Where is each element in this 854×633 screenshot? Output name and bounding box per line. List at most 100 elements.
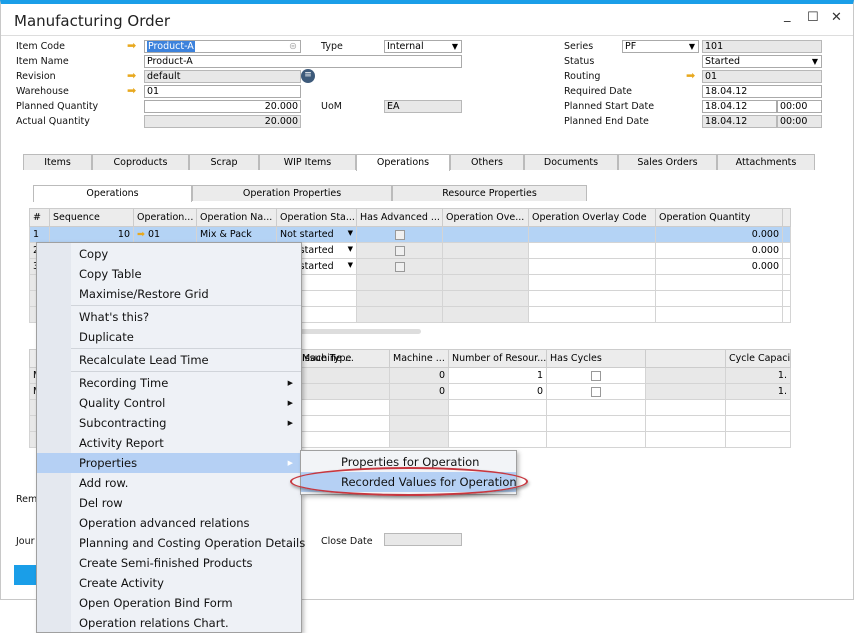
operation-status-cell[interactable]: Not started ▼: [276, 226, 357, 243]
menu-item-create-semi-finished-products[interactable]: Create Semi-finished Products: [37, 553, 301, 573]
machine-cell[interactable]: [298, 383, 390, 400]
checkbox[interactable]: [591, 370, 601, 381]
subtab-operation-properties[interactable]: Operation Properties: [192, 185, 392, 201]
tab-others[interactable]: Others: [450, 154, 524, 170]
col-header[interactable]: Operation Quantity: [655, 208, 783, 227]
col-header[interactable]: Operation Sta...: [276, 208, 357, 227]
num-resources-cell[interactable]: 0: [448, 383, 547, 400]
menu-item-what-s-this[interactable]: What's this?: [37, 307, 301, 327]
quantity-cell[interactable]: 0.000: [655, 258, 783, 275]
menu-item-properties[interactable]: Properties ▶: [37, 453, 301, 473]
col-header[interactable]: Machine ...: [298, 349, 390, 368]
tab-items[interactable]: Items: [23, 154, 92, 170]
warehouse-field[interactable]: 01: [144, 85, 301, 98]
tab-scrap[interactable]: Scrap: [189, 154, 259, 170]
has-advanced-cell[interactable]: [356, 242, 443, 259]
tab-attachments[interactable]: Attachments: [717, 154, 815, 170]
tab-coproducts[interactable]: Coproducts: [92, 154, 189, 170]
item-code-field[interactable]: Product-A ⊜: [144, 40, 301, 53]
link-arrow-icon[interactable]: ➡: [127, 70, 136, 81]
link-arrow-icon[interactable]: ➡: [127, 85, 136, 96]
menu-item-subcontracting[interactable]: Subcontracting ▶: [37, 413, 301, 433]
subtab-operations[interactable]: Operations: [33, 185, 192, 202]
machine-cell[interactable]: 0: [389, 367, 449, 384]
link-arrow-icon[interactable]: ➡: [127, 40, 136, 51]
overlay-code-cell[interactable]: [528, 226, 656, 243]
has-advanced-cell[interactable]: [356, 258, 443, 275]
col-header[interactable]: Cycle Capacity: [725, 349, 791, 368]
menu-item-add-row[interactable]: Add row.: [37, 473, 301, 493]
menu-item-planning-and-costing-operation-details[interactable]: Planning and Costing Operation Details: [37, 533, 305, 553]
menu-item-operation-advanced-relations[interactable]: Operation advanced relations: [37, 513, 301, 533]
machine-cell[interactable]: [298, 367, 390, 384]
cycle-capacity-cell[interactable]: 1.: [725, 383, 791, 400]
minimize-button[interactable]: _: [784, 8, 791, 23]
quantity-cell[interactable]: 0.000: [655, 226, 783, 243]
col-header[interactable]: Has Advanced ...: [356, 208, 443, 227]
link-arrow-icon[interactable]: ➡: [137, 229, 145, 240]
horizontal-scrollbar[interactable]: [291, 329, 421, 334]
tab-sales-orders[interactable]: Sales Orders: [618, 154, 717, 170]
menu-item-duplicate[interactable]: Duplicate: [37, 327, 301, 347]
list-icon[interactable]: ⊜: [289, 41, 297, 52]
maximize-button[interactable]: ☐: [807, 10, 819, 25]
col-header[interactable]: Number of Resour...: [448, 349, 547, 368]
overlay-code-cell[interactable]: [528, 242, 656, 259]
planned-start-time-field[interactable]: 00:00: [777, 100, 822, 113]
link-arrow-icon[interactable]: ➡: [686, 70, 695, 81]
col-header[interactable]: Operation Overlay Code: [528, 208, 656, 227]
status-dropdown[interactable]: Started ▼: [702, 55, 822, 68]
col-header[interactable]: Operation Ove...: [442, 208, 529, 227]
checkbox[interactable]: [394, 229, 405, 240]
type-dropdown[interactable]: Internal ▼: [384, 40, 462, 53]
menu-item-recalculate-lead-time[interactable]: Recalculate Lead Time: [37, 350, 301, 370]
col-header[interactable]: Operation Na...: [196, 208, 277, 227]
operation-overlay-cell[interactable]: [442, 226, 529, 243]
menu-item-copy[interactable]: Copy: [37, 244, 301, 264]
col-header[interactable]: Operation...: [133, 208, 197, 227]
table-row[interactable]: 1 10 ➡ 01 Mix & Pack Not started ▼ 0.000: [29, 226, 791, 243]
overlay-code-cell[interactable]: [528, 258, 656, 275]
item-name-field[interactable]: Product-A: [144, 55, 462, 68]
has-cycles-cell[interactable]: [546, 367, 646, 384]
menu-item-activity-report[interactable]: Activity Report: [37, 433, 301, 453]
required-date-field[interactable]: 18.04.12: [702, 85, 822, 98]
menu-item-copy-table[interactable]: Copy Table: [37, 264, 301, 284]
planned-start-date-field[interactable]: 18.04.12: [702, 100, 777, 113]
series-dropdown[interactable]: PF ▼: [622, 40, 699, 53]
checkbox[interactable]: [394, 261, 405, 272]
checkbox[interactable]: [591, 386, 601, 397]
quantity-cell[interactable]: 0.000: [655, 242, 783, 259]
machine-cell[interactable]: 0: [389, 383, 449, 400]
menu-item-del-row[interactable]: Del row: [37, 493, 301, 513]
num-resources-cell[interactable]: 1: [448, 367, 547, 384]
menu-item-open-operation-bind-form[interactable]: Open Operation Bind Form: [37, 593, 301, 613]
has-advanced-cell[interactable]: [356, 226, 443, 243]
has-cycles-cell[interactable]: [546, 383, 646, 400]
tab-operations[interactable]: Operations: [356, 154, 450, 171]
planned-quantity-field[interactable]: 20.000: [144, 100, 301, 113]
subtab-resource-properties[interactable]: Resource Properties: [392, 185, 587, 201]
menu-item-recording-time[interactable]: Recording Time ▶: [37, 373, 301, 393]
col-header[interactable]: Has Cycles: [546, 349, 646, 368]
revision-field[interactable]: default: [144, 70, 301, 83]
choose-list-icon[interactable]: ≡: [301, 69, 315, 83]
menu-item-maximise-restore-grid[interactable]: Maximise/Restore Grid: [37, 284, 301, 304]
operation-cell[interactable]: ➡ 01: [133, 226, 197, 243]
operation-overlay-cell[interactable]: [442, 258, 529, 275]
col-header[interactable]: Machine ...: [389, 349, 449, 368]
row-number[interactable]: 1: [29, 226, 50, 243]
tab-wip-items[interactable]: WIP Items: [259, 154, 356, 170]
menu-item-create-activity[interactable]: Create Activity: [37, 573, 301, 593]
sequence-cell[interactable]: 10: [49, 226, 134, 243]
menu-item-operation-relations-chart[interactable]: Operation relations Chart.: [37, 613, 301, 633]
col-header[interactable]: #: [29, 208, 50, 227]
operation-name-cell[interactable]: Mix & Pack: [196, 226, 277, 243]
operation-overlay-cell[interactable]: [442, 242, 529, 259]
col-header[interactable]: Sequence: [49, 208, 134, 227]
menu-item-quality-control[interactable]: Quality Control ▶: [37, 393, 301, 413]
tab-documents[interactable]: Documents: [524, 154, 618, 170]
close-button[interactable]: ✕: [831, 10, 842, 25]
checkbox[interactable]: [394, 245, 405, 256]
cycle-capacity-cell[interactable]: 1.: [725, 367, 791, 384]
